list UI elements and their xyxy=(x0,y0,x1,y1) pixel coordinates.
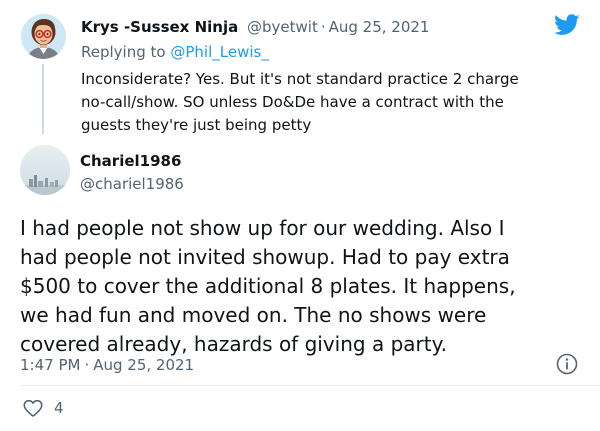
like-button[interactable]: 4 xyxy=(22,397,64,419)
main-display-name[interactable]: Chariel1986 xyxy=(80,152,181,170)
tweet-timestamp[interactable]: 1:47 PM · Aug 25, 2021 xyxy=(20,356,194,374)
parent-date[interactable]: Aug 25, 2021 xyxy=(329,18,430,36)
replying-to-line: Replying to @Phil_Lewis_ xyxy=(81,43,269,61)
like-count: 4 xyxy=(54,399,64,417)
parent-tweet-header: Krys -Sussex Ninja @byetwit · Aug 25, 2021 xyxy=(81,18,429,36)
thread-connector-line xyxy=(42,64,44,134)
parent-handle[interactable]: @byetwit xyxy=(247,18,318,36)
main-avatar[interactable] xyxy=(20,145,70,195)
timestamp-separator: · xyxy=(84,356,90,374)
tweet-date: Aug 25, 2021 xyxy=(93,356,195,374)
info-icon[interactable] xyxy=(555,352,579,376)
parent-separator: · xyxy=(320,18,326,36)
city-skyline-avatar-icon xyxy=(20,145,70,195)
parent-tweet-text: Inconsiderate? Yes. But it's not standar… xyxy=(81,70,519,134)
replying-to-mention[interactable]: @Phil_Lewis_ xyxy=(170,43,268,61)
parent-display-name[interactable]: Krys -Sussex Ninja xyxy=(81,18,238,36)
replying-to-prefix: Replying to xyxy=(81,43,166,61)
tweet-time: 1:47 PM xyxy=(20,356,81,374)
action-divider xyxy=(20,385,600,386)
main-handle[interactable]: @chariel1986 xyxy=(80,175,184,193)
heart-outline-icon xyxy=(23,399,43,417)
parent-avatar[interactable] xyxy=(21,14,66,59)
main-tweet-text: I had people not show up for our wedding… xyxy=(20,216,516,356)
bitmoji-avatar-icon xyxy=(21,14,66,59)
twitter-bird-icon[interactable] xyxy=(554,14,580,36)
